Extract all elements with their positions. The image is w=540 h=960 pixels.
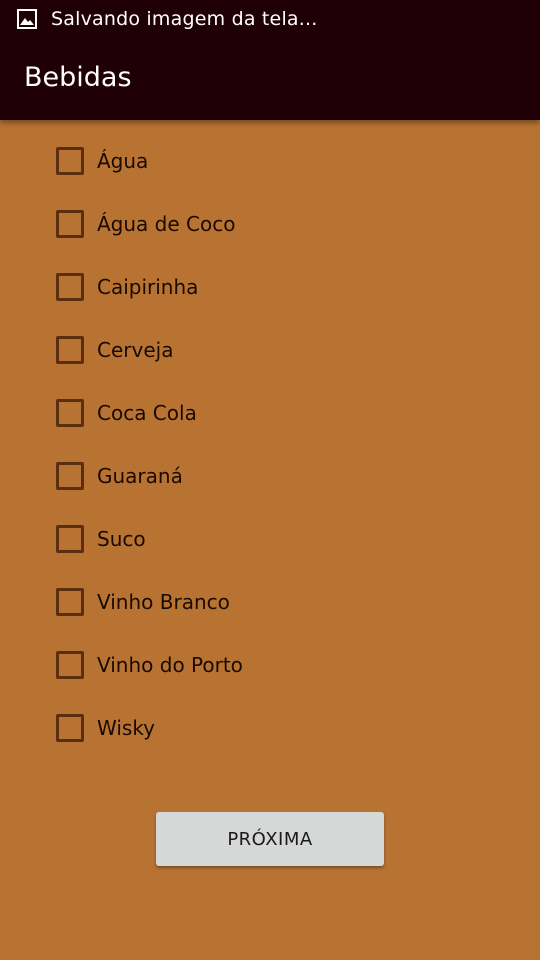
app-bar: Bebidas: [0, 38, 540, 120]
list-item[interactable]: Guaraná: [56, 459, 183, 493]
item-label: Água de Coco: [97, 212, 236, 236]
item-label: Caipirinha: [97, 275, 199, 299]
list-item[interactable]: Suco: [56, 522, 146, 556]
status-bar: Salvando imagem da tela...: [0, 0, 540, 38]
item-label: Vinho do Porto: [97, 653, 243, 677]
list-item[interactable]: Coca Cola: [56, 396, 197, 430]
item-label: Wisky: [97, 716, 156, 740]
next-button[interactable]: PRÓXIMA: [156, 812, 384, 866]
list-item[interactable]: Vinho Branco: [56, 585, 230, 619]
item-label: Guaraná: [97, 464, 183, 488]
checkbox[interactable]: [56, 714, 84, 742]
item-label: Cerveja: [97, 338, 174, 362]
list-item[interactable]: Vinho do Porto: [56, 648, 243, 682]
checkbox[interactable]: [56, 525, 84, 553]
item-label: Coca Cola: [97, 401, 197, 425]
item-label: Água: [97, 149, 149, 173]
image-icon: [17, 9, 37, 29]
list-item[interactable]: Wisky: [56, 711, 155, 745]
list-item[interactable]: Água: [56, 144, 148, 178]
item-label: Suco: [97, 527, 146, 551]
checkbox[interactable]: [56, 336, 84, 364]
checkbox[interactable]: [56, 273, 84, 301]
checkbox[interactable]: [56, 210, 84, 238]
list-item[interactable]: Cerveja: [56, 333, 173, 367]
item-label: Vinho Branco: [97, 590, 230, 614]
checkbox[interactable]: [56, 399, 84, 427]
page-title: Bebidas: [24, 61, 132, 93]
list-item[interactable]: Água de Coco: [56, 207, 235, 241]
checkbox[interactable]: [56, 588, 84, 616]
checkbox[interactable]: [56, 651, 84, 679]
checkbox[interactable]: [56, 462, 84, 490]
list-item[interactable]: Caipirinha: [56, 270, 198, 304]
status-text: Salvando imagem da tela...: [51, 8, 318, 30]
checkbox[interactable]: [56, 147, 84, 175]
